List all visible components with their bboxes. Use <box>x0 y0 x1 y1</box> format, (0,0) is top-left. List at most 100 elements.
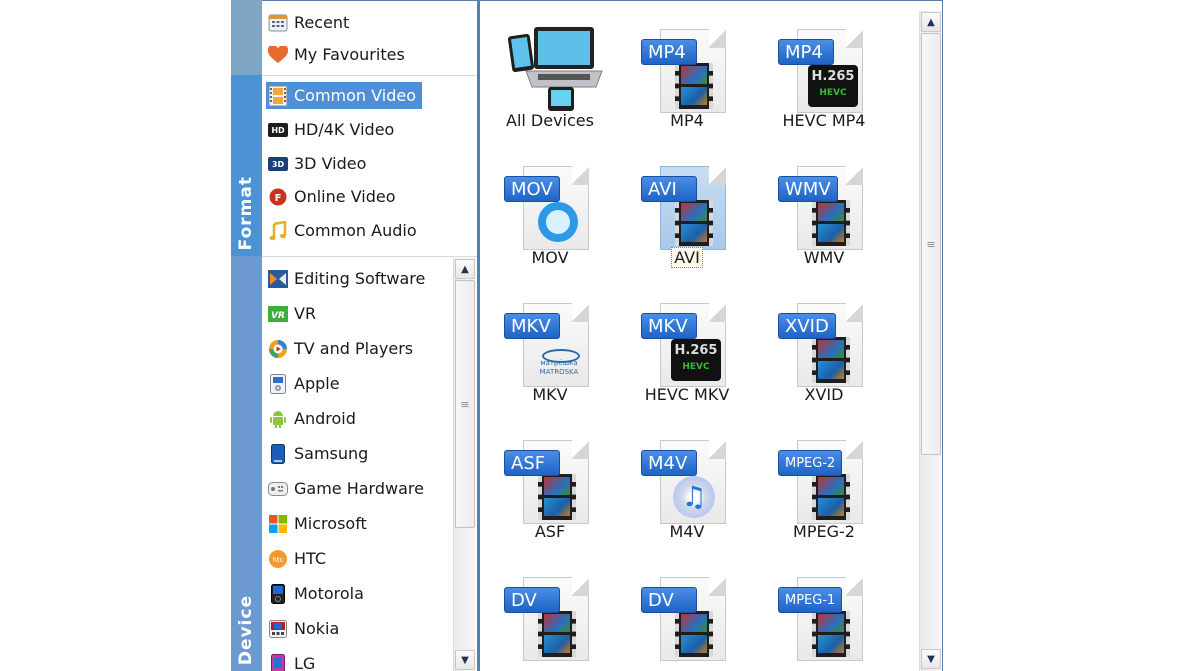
category-label: Microsoft <box>294 514 367 533</box>
format-label: AVI <box>627 247 747 268</box>
format-tile-dv[interactable]: DV <box>627 549 747 671</box>
format-badge: ASF <box>504 450 560 476</box>
film-strip-icon <box>812 474 850 520</box>
format-tile-asf[interactable]: ASF ASF <box>490 412 610 542</box>
device-category-list: Editing Software VR VR TV and Players Ap… <box>262 258 477 671</box>
format-badge: M4V <box>641 450 697 476</box>
scroll-up-button[interactable]: ▲ <box>455 259 475 279</box>
category-label: Samsung <box>294 444 369 463</box>
tab-format[interactable]: Format <box>231 75 262 256</box>
category-item-editing-software[interactable]: Editing Software <box>266 265 431 292</box>
format-badge: MOV <box>504 176 560 202</box>
category-item-vr[interactable]: VR VR <box>266 300 322 327</box>
3d-icon: 3D <box>268 154 288 174</box>
all-devices-icon <box>507 23 604 115</box>
format-picker: Format Device Recent My Favourites Commo… <box>231 0 943 671</box>
category-item-samsung[interactable]: Samsung <box>266 440 374 467</box>
svg-text:F: F <box>275 193 282 204</box>
category-item-recent[interactable]: Recent <box>266 9 355 36</box>
category-label: TV and Players <box>294 339 414 358</box>
category-item-microsoft[interactable]: Microsoft <box>266 510 373 537</box>
format-tile-hevc-mkv[interactable]: H.265 HEVC MKV HEVC MKV <box>627 275 747 405</box>
category-label: Editing Software <box>294 269 426 288</box>
format-tile-xvid[interactable]: XVID XVID <box>764 275 884 405</box>
format-label: All Devices <box>490 111 610 130</box>
category-item-lg[interactable]: LG <box>266 650 321 671</box>
format-label: HEVC MKV <box>627 385 747 404</box>
arrow-up-icon: ▲ <box>927 16 935 28</box>
scroll-up-button[interactable]: ▲ <box>921 12 941 32</box>
format-label: ASF <box>490 522 610 541</box>
scroll-thumb[interactable]: ≡ <box>921 33 941 455</box>
format-tile-avi[interactable]: AVI AVI <box>627 138 747 268</box>
format-tile-mp4[interactable]: MP4 MP4 <box>627 1 747 131</box>
format-tile-all-devices[interactable]: All Devices <box>490 1 610 131</box>
format-tile-dv[interactable]: DV <box>490 549 610 671</box>
format-badge: WMV <box>778 176 838 202</box>
category-item-game-hardware[interactable]: Game Hardware <box>266 475 430 502</box>
scroll-down-button[interactable]: ▼ <box>921 649 941 669</box>
category-item-htc[interactable]: htc HTC <box>266 545 332 572</box>
svg-text:3D: 3D <box>272 160 285 169</box>
file-fold-icon <box>709 577 726 596</box>
format-label: WMV <box>764 248 884 267</box>
film-strip-icon <box>812 200 850 246</box>
gamepad-icon <box>268 479 288 499</box>
category-item-online-video[interactable]: F Online Video <box>266 183 402 210</box>
category-label: Common Video <box>294 86 416 105</box>
category-item-3d-video[interactable]: 3D 3D Video <box>266 150 372 177</box>
quicktime-icon <box>538 202 578 242</box>
film-strip-icon <box>675 63 713 109</box>
format-label: XVID <box>764 385 884 404</box>
film-strip-icon <box>812 337 850 383</box>
format-tile-mpeg-1[interactable]: MPEG-1 <box>764 549 884 671</box>
category-label: Motorola <box>294 584 364 603</box>
category-item-motorola[interactable]: Motorola <box>266 580 370 607</box>
category-label: 3D Video <box>294 154 367 173</box>
scroll-down-button[interactable]: ▼ <box>455 650 475 670</box>
hd-icon: HD <box>268 120 288 140</box>
svg-text:htc: htc <box>272 556 283 564</box>
category-panel: Recent My Favourites Common Video HD HD/… <box>262 0 478 671</box>
format-tile-mpeg-2[interactable]: MPEG-2 MPEG-2 <box>764 412 884 542</box>
samsung-phone-icon <box>268 443 288 464</box>
format-tile-m4v[interactable]: ♫ M4V M4V <box>627 412 747 542</box>
category-label: Common Audio <box>294 221 417 240</box>
category-item-common-audio[interactable]: Common Audio <box>266 217 423 244</box>
format-tile-wmv[interactable]: WMV WMV <box>764 138 884 268</box>
film-strip-icon <box>675 611 713 657</box>
category-item-android[interactable]: Android <box>266 405 362 432</box>
device-list-scrollbar[interactable]: ▲ ≡ ▼ <box>453 258 475 671</box>
svg-text:VR: VR <box>271 311 285 321</box>
category-label: VR <box>294 304 317 323</box>
category-item-hd-4k-video[interactable]: HD HD/4K Video <box>266 116 400 143</box>
format-badge: XVID <box>778 313 836 339</box>
format-label: MP4 <box>627 111 747 130</box>
format-tile-hevc-mp4[interactable]: H.265 HEVC MP4 HEVC MP4 <box>764 1 884 131</box>
category-item-common-video[interactable]: Common Video <box>266 82 422 109</box>
motorola-phone-icon <box>268 583 288 604</box>
category-item-my-favourites[interactable]: My Favourites <box>266 41 411 68</box>
tab-device[interactable]: Device <box>231 256 262 671</box>
format-tile-mkv[interactable]: матрёшка MATROSKA MKV MKV <box>490 275 610 405</box>
scroll-thumb[interactable]: ≡ <box>455 280 475 528</box>
calendar-icon <box>268 13 288 33</box>
format-grid-scrollbar[interactable]: ▲ ≡ ▼ <box>919 11 941 671</box>
file-fold-icon <box>572 577 589 596</box>
file-fold-icon <box>709 303 726 322</box>
hevc-icon: H.265 HEVC <box>808 65 858 107</box>
category-item-nokia[interactable]: Nokia <box>266 615 345 642</box>
format-label-text: All Devices <box>506 111 594 130</box>
film-strip-icon <box>675 200 713 246</box>
hevc-main-text: H.265 <box>811 69 855 84</box>
editing-software-icon <box>268 269 288 289</box>
category-label: HTC <box>294 549 327 568</box>
format-tile-mov[interactable]: MOV MOV <box>490 138 610 268</box>
file-fold-icon <box>846 440 863 459</box>
format-label-text: MOV <box>531 248 569 267</box>
heart-icon <box>268 45 288 65</box>
category-item-apple[interactable]: Apple <box>266 370 346 397</box>
category-item-tv-and-players[interactable]: TV and Players <box>266 335 419 362</box>
online-icon: F <box>268 187 288 207</box>
format-badge: MKV <box>504 313 560 339</box>
